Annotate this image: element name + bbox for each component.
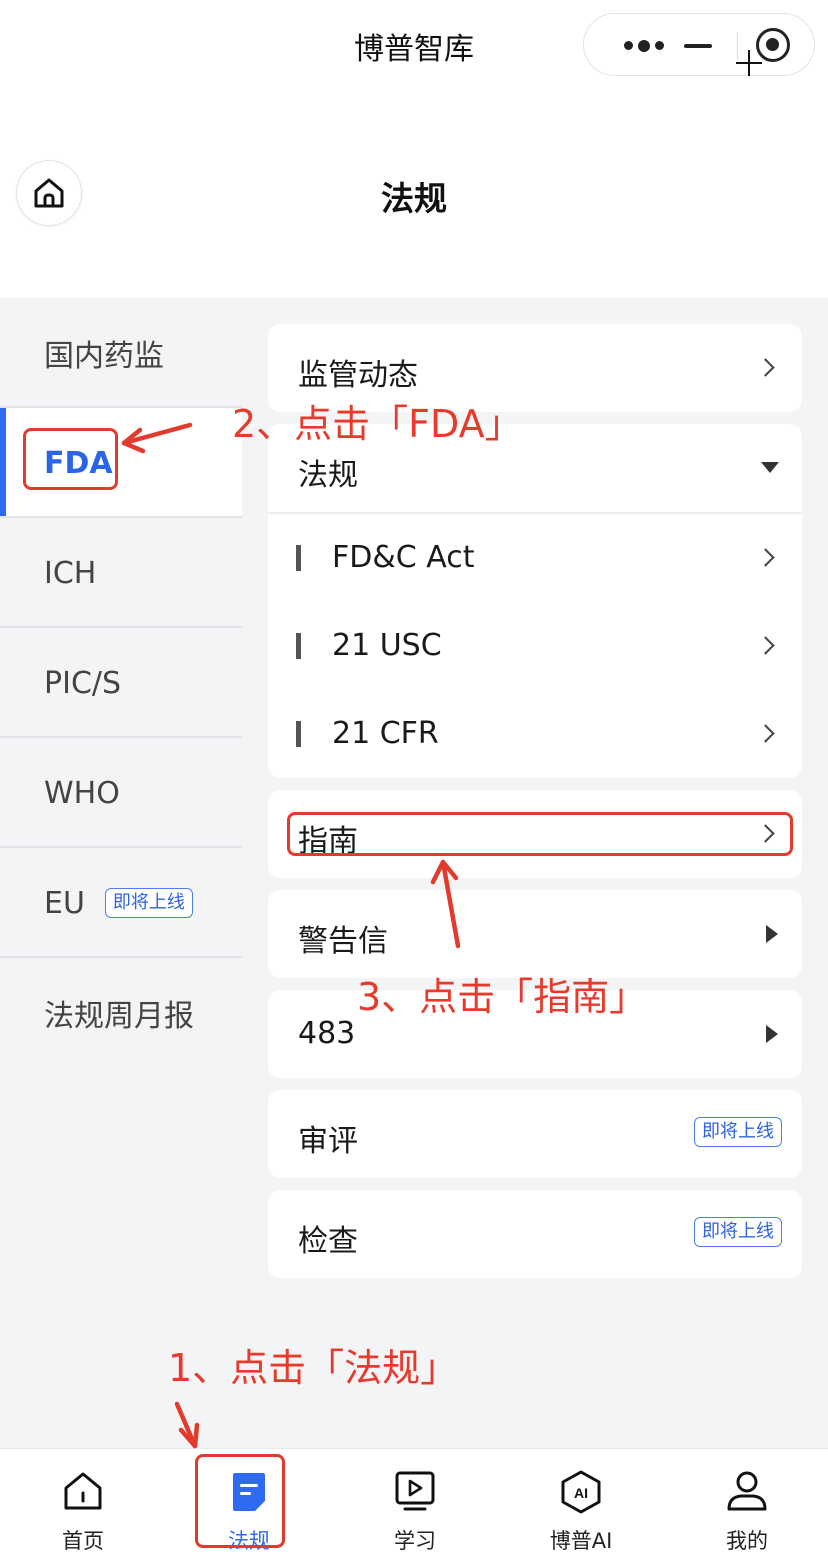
sidebar-item-label: PIC/S — [44, 665, 122, 701]
tab-home[interactable]: 首页 — [0, 1449, 166, 1560]
sidebar-item-reports[interactable]: 法规周月报 — [0, 958, 242, 1068]
mini-program-capsule — [583, 13, 815, 76]
caret-right-icon — [766, 925, 778, 943]
sub-item-label: 21 USC — [332, 628, 442, 663]
sidebar-item-domestic[interactable]: 国内药监 — [0, 298, 242, 408]
section-label: 法规 — [298, 458, 358, 493]
chevron-right-icon — [756, 548, 775, 567]
sidebar-item-label: 国内药监 — [44, 339, 164, 374]
section-label: 检查 — [298, 1224, 358, 1259]
chevron-right-icon — [756, 724, 775, 743]
chevron-right-icon — [756, 358, 775, 377]
annotation-step-2: 2、点击「FDA」 — [232, 402, 523, 446]
section-warning-letters[interactable]: 警告信 — [268, 890, 802, 978]
sidebar-item-label: EU — [44, 885, 85, 921]
coming-soon-badge: 即将上线 — [104, 888, 193, 918]
top-bar: 博普智库 — [0, 0, 828, 90]
bullet-bar — [296, 721, 301, 747]
coming-soon-badge: 即将上线 — [694, 1217, 782, 1247]
annotation-step-1: 1、点击「法规」 — [168, 1346, 459, 1390]
section-label: 警告信 — [298, 924, 388, 959]
tab-label: 学习 — [394, 1529, 436, 1553]
sidebar-item-eu[interactable]: EU 即将上线 — [0, 848, 242, 958]
sidebar-item-who[interactable]: WHO — [0, 738, 242, 848]
coming-soon-badge: 即将上线 — [694, 1117, 782, 1147]
section-label: 监管动态 — [298, 358, 418, 393]
sub-item-label: 21 CFR — [332, 716, 439, 751]
section-inspection[interactable]: 检查 即将上线 — [268, 1190, 802, 1278]
svg-text:AI: AI — [574, 1485, 588, 1501]
tab-label: 首页 — [62, 1529, 104, 1553]
annotation-step-3: 3、点击「指南」 — [357, 975, 648, 1019]
annotation-box-guidance — [287, 812, 793, 856]
tab-label: 我的 — [726, 1529, 768, 1553]
sidebar-item-label: WHO — [44, 775, 120, 811]
section-review[interactable]: 审评 即将上线 — [268, 1090, 802, 1178]
section-label: 483 — [298, 1016, 356, 1051]
user-icon — [727, 1471, 767, 1511]
tab-label: 博普AI — [549, 1529, 613, 1553]
bottom-tab-bar: 首页 法规 学习 AI 博普AI 我的 — [0, 1448, 828, 1560]
home-icon — [64, 1472, 102, 1510]
chevron-right-icon — [756, 636, 775, 655]
bullet-bar — [296, 545, 301, 571]
sub-item-21-usc[interactable]: 21 USC — [268, 602, 802, 690]
page-title: 法规 — [381, 179, 447, 218]
section-regulations: 法规 FD&C Act 21 USC 21 CFR — [268, 424, 802, 778]
bullet-bar — [296, 633, 301, 659]
sub-item-fdc-act[interactable]: FD&C Act — [268, 514, 802, 602]
section-label: 审评 — [298, 1124, 358, 1159]
annotation-box-regulations-tab — [195, 1454, 285, 1548]
ai-hexagon-icon: AI — [561, 1470, 601, 1514]
sub-item-label: FD&C Act — [332, 540, 475, 575]
tab-ai[interactable]: AI 博普AI — [498, 1449, 664, 1560]
sidebar-item-pics[interactable]: PIC/S — [0, 628, 242, 738]
minimize-icon[interactable] — [684, 44, 712, 48]
sub-item-21-cfr[interactable]: 21 CFR — [268, 690, 802, 778]
tab-learning[interactable]: 学习 — [332, 1449, 498, 1560]
sidebar-item-ich[interactable]: ICH — [0, 518, 242, 628]
more-dots-icon[interactable] — [606, 14, 682, 77]
sidebar-item-label: 法规周月报 — [44, 999, 194, 1034]
caret-right-icon — [766, 1025, 778, 1043]
tab-mine[interactable]: 我的 — [664, 1449, 828, 1560]
annotation-box-fda — [23, 428, 118, 490]
mouse-cursor-icon — [736, 50, 762, 76]
sidebar-item-label: ICH — [44, 555, 97, 591]
play-icon — [395, 1471, 435, 1511]
caret-down-icon — [761, 462, 779, 473]
